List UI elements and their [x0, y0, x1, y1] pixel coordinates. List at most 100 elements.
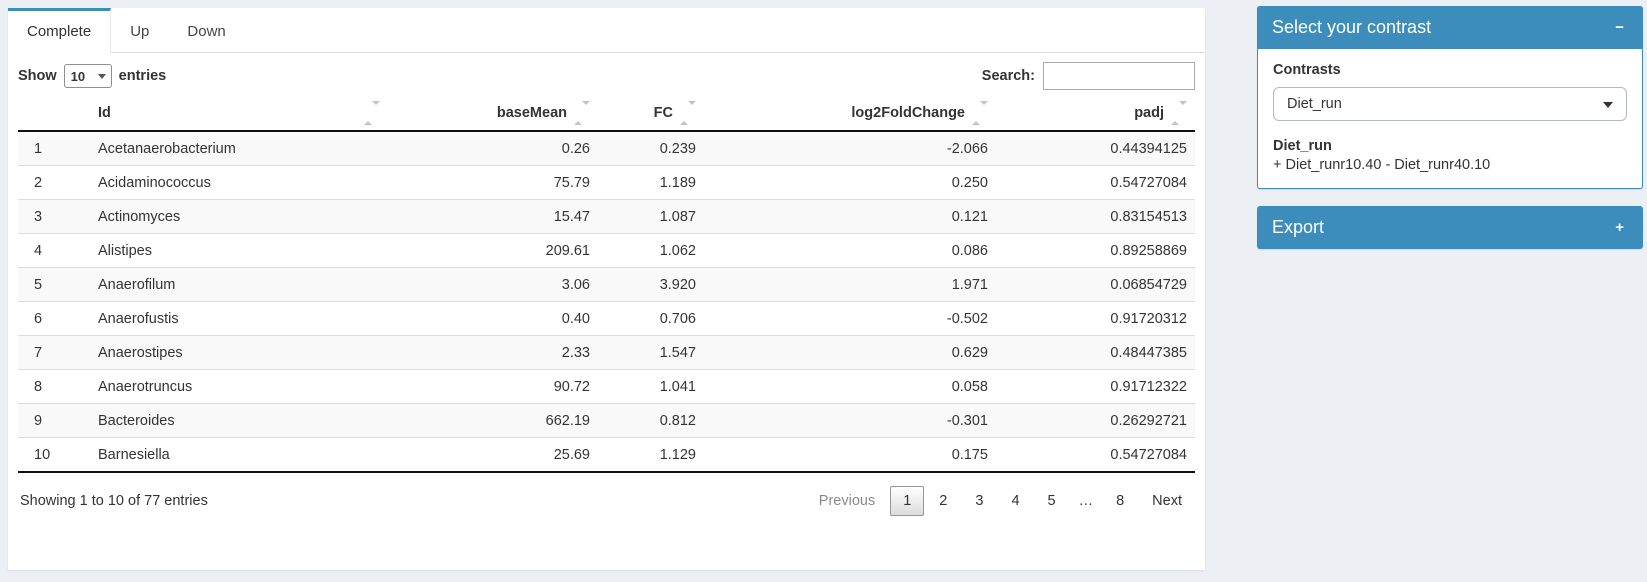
- column-header-basemean[interactable]: baseMean: [388, 96, 598, 131]
- contrast-select[interactable]: Diet_run: [1273, 87, 1627, 121]
- cell-id: Bacteroides: [90, 404, 388, 438]
- show-label: Show: [18, 68, 57, 84]
- chevron-down-icon: [1603, 102, 1613, 108]
- cell-padj: 0.48447385: [996, 336, 1195, 370]
- page-length-value: 10: [71, 69, 85, 84]
- table-controls: Show 10 entries Search:: [18, 53, 1195, 96]
- cell-basemean: 0.40: [388, 302, 598, 336]
- pagination: Previous 1 2 3 4 5 … 8 Next: [804, 486, 1195, 516]
- table-footer: Showing 1 to 10 of 77 entries Previous 1…: [18, 473, 1195, 516]
- cell-log2foldchange: 0.058: [704, 370, 996, 404]
- cell-id: Anaerostipes: [90, 336, 388, 370]
- tab-down[interactable]: Down: [168, 8, 244, 52]
- table-row: 10 Barnesiella 25.69 1.129 0.175 0.54727…: [18, 438, 1195, 473]
- column-header-padj[interactable]: padj: [996, 96, 1195, 131]
- pagination-page-8[interactable]: 8: [1103, 486, 1137, 516]
- results-card: Complete Up Down Show 10 entries Search:: [8, 8, 1205, 570]
- tab-content: Show 10 entries Search:: [8, 53, 1205, 516]
- row-number: 4: [18, 234, 90, 268]
- cell-id: Anaerotruncus: [90, 370, 388, 404]
- cell-padj: 0.06854729: [996, 268, 1195, 302]
- cell-log2foldchange: 0.175: [704, 438, 996, 473]
- page-length-control: Show 10 entries: [18, 64, 166, 88]
- cell-fc: 1.189: [598, 166, 704, 200]
- page-length-select[interactable]: 10: [64, 64, 112, 88]
- cell-padj: 0.54727084: [996, 166, 1195, 200]
- search-label: Search:: [982, 68, 1035, 84]
- column-header-basemean-label: baseMean: [497, 105, 567, 121]
- cell-basemean: 25.69: [388, 438, 598, 473]
- sort-icon: [1171, 105, 1187, 121]
- row-number: 5: [18, 268, 90, 302]
- row-number: 3: [18, 200, 90, 234]
- cell-fc: 0.706: [598, 302, 704, 336]
- cell-id: Barnesiella: [90, 438, 388, 473]
- column-header-id[interactable]: Id: [90, 96, 388, 131]
- expand-plus-icon[interactable]: +: [1611, 218, 1628, 237]
- search-input[interactable]: [1043, 62, 1195, 90]
- cell-basemean: 0.26: [388, 131, 598, 166]
- cell-padj: 0.89258869: [996, 234, 1195, 268]
- column-header-log2foldchange[interactable]: log2FoldChange: [704, 96, 996, 131]
- cell-fc: 1.087: [598, 200, 704, 234]
- sidebar-right: Select your contrast − Contrasts Diet_ru…: [1257, 6, 1643, 249]
- contrast-box: Select your contrast − Contrasts Diet_ru…: [1257, 6, 1643, 189]
- cell-basemean: 2.33: [388, 336, 598, 370]
- collapse-minus-icon[interactable]: −: [1611, 18, 1628, 37]
- tab-complete[interactable]: Complete: [8, 8, 111, 53]
- table-row: 3 Actinomyces 15.47 1.087 0.121 0.831545…: [18, 200, 1195, 234]
- row-number: 9: [18, 404, 90, 438]
- tab-up[interactable]: Up: [111, 8, 168, 52]
- cell-basemean: 15.47: [388, 200, 598, 234]
- results-table: Id baseMean FC: [18, 96, 1195, 473]
- cell-id: Anaerofilum: [90, 268, 388, 302]
- cell-basemean: 90.72: [388, 370, 598, 404]
- column-header-log2foldchange-label: log2FoldChange: [851, 105, 965, 121]
- cell-padj: 0.44394125: [996, 131, 1195, 166]
- table-header-row: Id baseMean FC: [18, 96, 1195, 131]
- cell-id: Alistipes: [90, 234, 388, 268]
- pagination-page-3[interactable]: 3: [962, 486, 996, 516]
- table-row: 2 Acidaminococcus 75.79 1.189 0.250 0.54…: [18, 166, 1195, 200]
- row-number: 6: [18, 302, 90, 336]
- row-number: 7: [18, 336, 90, 370]
- cell-log2foldchange: -0.301: [704, 404, 996, 438]
- cell-id: Anaerofustis: [90, 302, 388, 336]
- cell-id: Acidaminococcus: [90, 166, 388, 200]
- column-header-id-label: Id: [98, 105, 111, 121]
- pagination-previous-button[interactable]: Previous: [806, 486, 888, 516]
- pagination-page-5[interactable]: 5: [1035, 486, 1069, 516]
- select-caret-icon: [98, 74, 106, 79]
- pagination-ellipsis: …: [1071, 487, 1102, 515]
- cell-padj: 0.26292721: [996, 404, 1195, 438]
- cell-fc: 0.812: [598, 404, 704, 438]
- pagination-next-button[interactable]: Next: [1139, 486, 1195, 516]
- cell-log2foldchange: 1.971: [704, 268, 996, 302]
- row-number: 2: [18, 166, 90, 200]
- sort-icon: [364, 105, 380, 121]
- cell-fc: 3.920: [598, 268, 704, 302]
- cell-id: Acetanaerobacterium: [90, 131, 388, 166]
- cell-padj: 0.91712322: [996, 370, 1195, 404]
- cell-basemean: 662.19: [388, 404, 598, 438]
- contrast-box-body: Contrasts Diet_run Diet_run + Diet_runr1…: [1258, 49, 1642, 188]
- table-row: 9 Bacteroides 662.19 0.812 -0.301 0.2629…: [18, 404, 1195, 438]
- cell-padj: 0.91720312: [996, 302, 1195, 336]
- cell-basemean: 3.06: [388, 268, 598, 302]
- pagination-page-2[interactable]: 2: [926, 486, 960, 516]
- sort-icon: [574, 105, 590, 121]
- table-row: 4 Alistipes 209.61 1.062 0.086 0.8925886…: [18, 234, 1195, 268]
- contrast-select-value: Diet_run: [1287, 96, 1342, 112]
- cell-log2foldchange: -2.066: [704, 131, 996, 166]
- pagination-page-4[interactable]: 4: [998, 486, 1032, 516]
- cell-fc: 1.062: [598, 234, 704, 268]
- pagination-page-1[interactable]: 1: [890, 486, 924, 516]
- row-number: 1: [18, 131, 90, 166]
- cell-log2foldchange: 0.629: [704, 336, 996, 370]
- column-header-fc-label: FC: [654, 105, 673, 121]
- column-header-fc[interactable]: FC: [598, 96, 704, 131]
- cell-fc: 1.547: [598, 336, 704, 370]
- sort-icon: [680, 105, 696, 121]
- contrast-formula: + Diet_runr10.40 - Diet_runr40.10: [1273, 157, 1627, 173]
- app-root: Complete Up Down Show 10 entries Search:: [0, 0, 1647, 582]
